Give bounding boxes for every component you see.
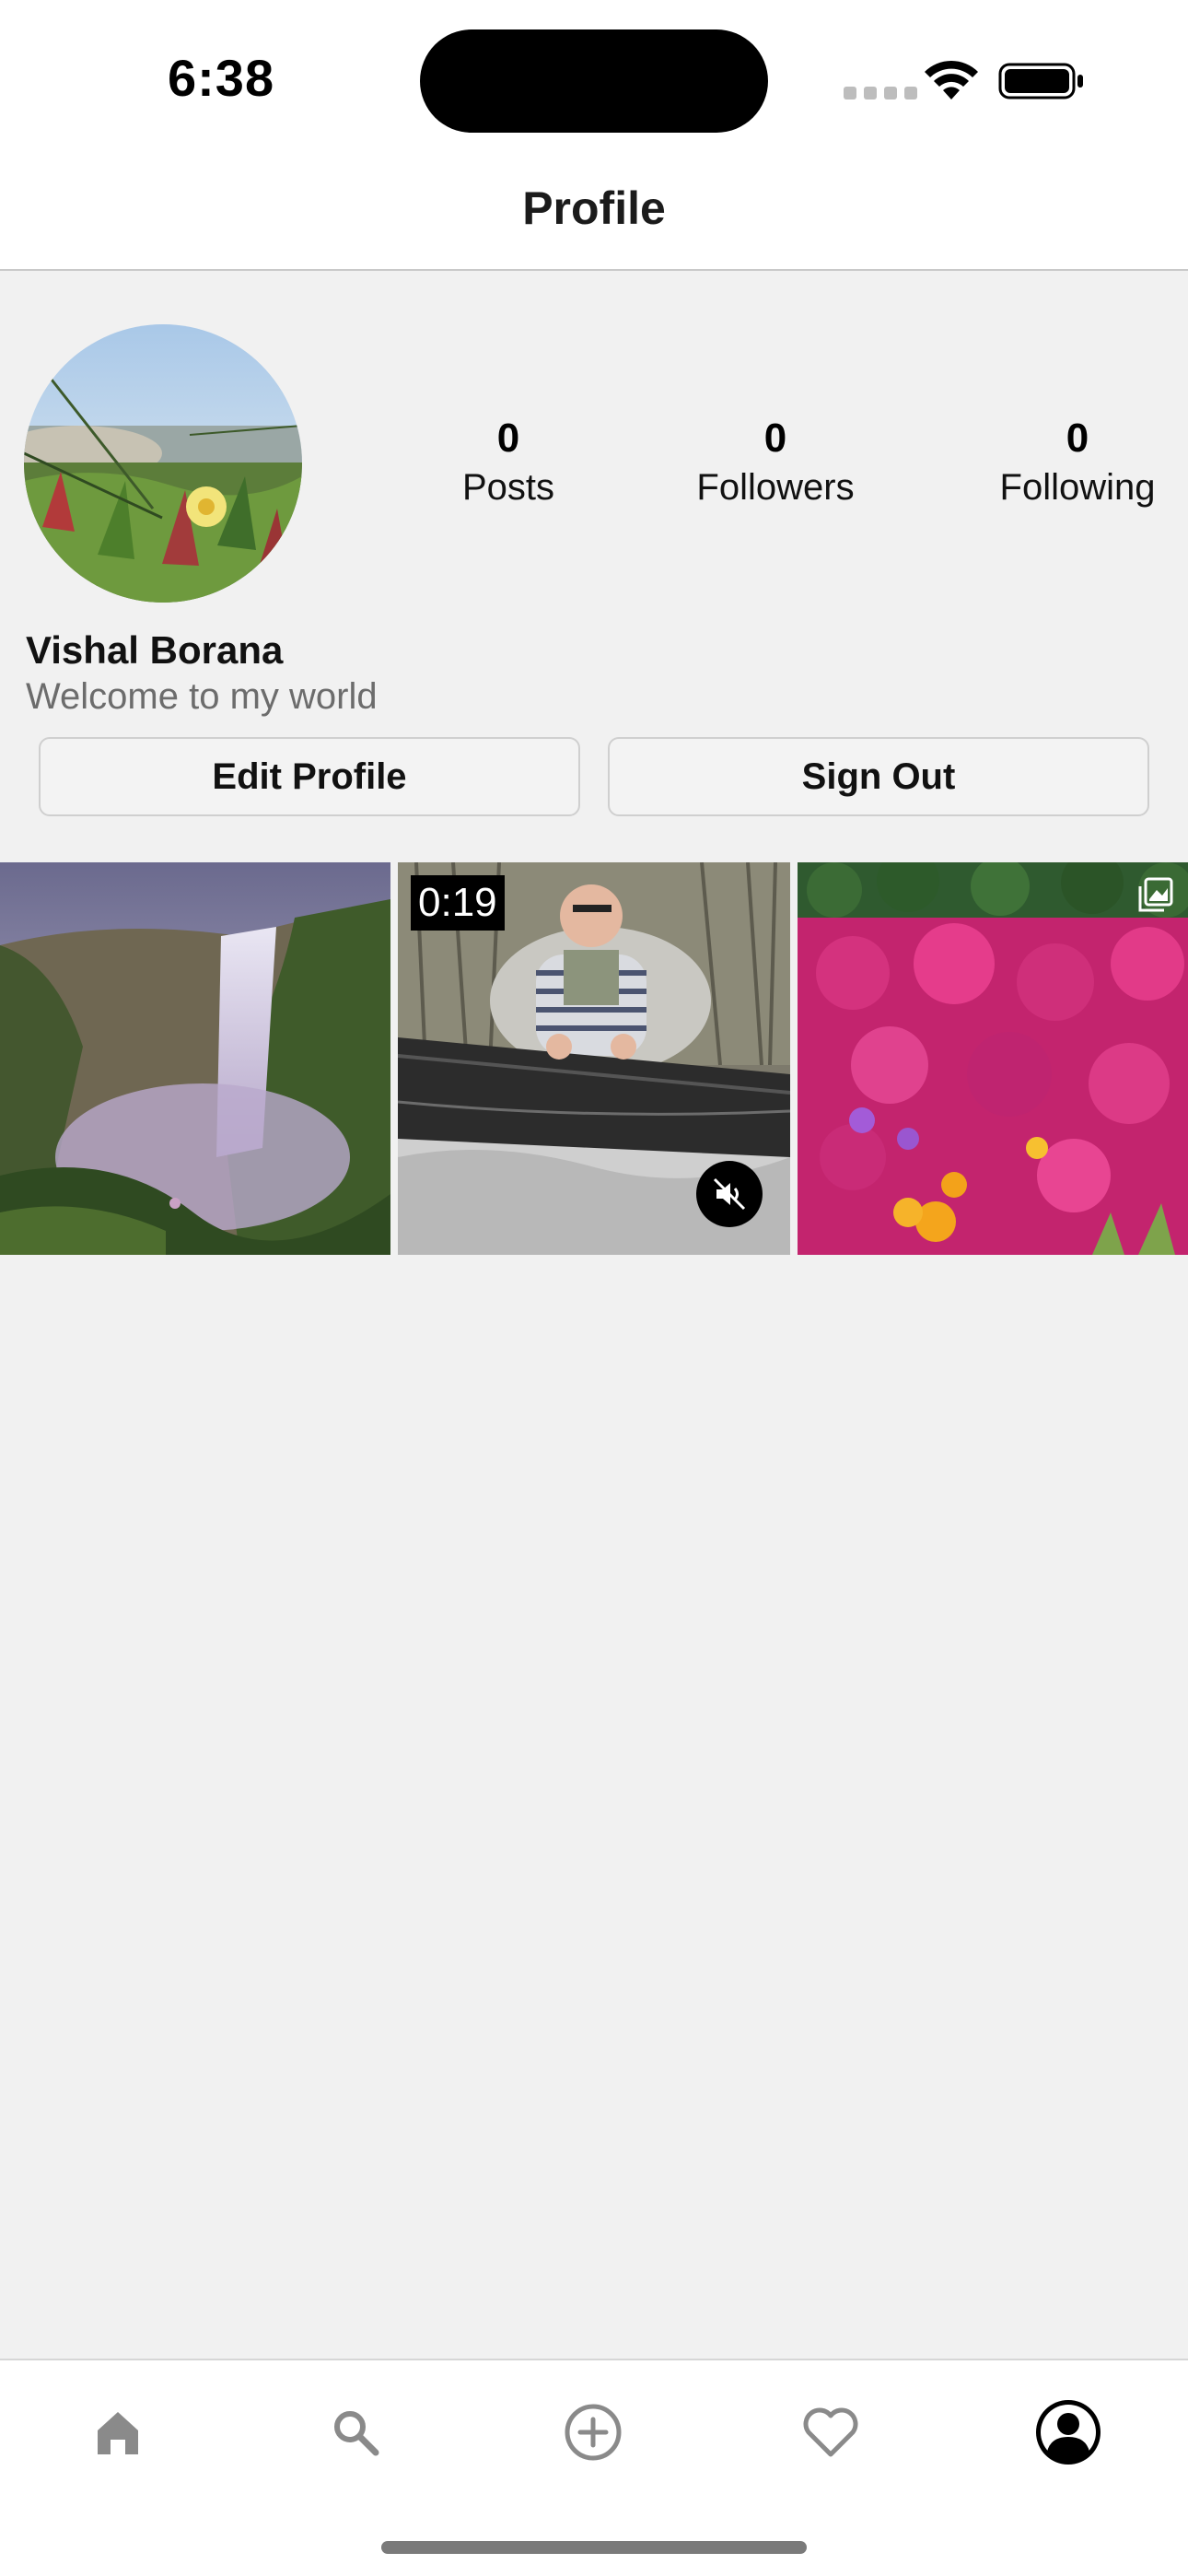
user-bio: Welcome to my world [26, 676, 378, 717]
profile-stats: 0 Posts 0 Followers 0 Following [0, 413, 1188, 523]
home-indicator [381, 2541, 807, 2554]
followers-stat[interactable]: 0 Followers [665, 413, 886, 510]
user-name: Vishal Borana [26, 628, 284, 672]
dynamic-island [420, 29, 768, 133]
nav-header: Profile [0, 147, 1188, 271]
signal-icon [844, 87, 917, 100]
posts-stat[interactable]: 0 Posts [416, 413, 600, 510]
page-title: Profile [522, 182, 666, 234]
speaker-muted-icon [713, 1177, 746, 1211]
tab-search[interactable] [317, 2394, 394, 2471]
tab-create[interactable] [554, 2394, 632, 2471]
status-time: 6:38 [168, 49, 275, 107]
tab-activity[interactable] [792, 2394, 869, 2471]
following-count: 0 [1066, 416, 1089, 461]
edit-profile-button[interactable]: Edit Profile [39, 737, 580, 816]
followers-count: 0 [763, 416, 787, 461]
following-stat[interactable]: 0 Following [976, 413, 1179, 510]
tab-profile[interactable] [1030, 2394, 1107, 2471]
tab-home[interactable] [79, 2394, 157, 2471]
carousel-icon [1138, 877, 1173, 912]
posts-grid: 0:19 [0, 862, 1188, 1255]
following-label: Following [999, 467, 1156, 508]
battery-icon [998, 63, 1083, 100]
home-icon [98, 2412, 138, 2454]
posts-count: 0 [496, 416, 520, 461]
waterfall-image [0, 862, 390, 1255]
status-bar: 6:38 [0, 0, 1188, 147]
search-icon [334, 2411, 379, 2456]
mute-button[interactable] [696, 1161, 763, 1227]
video-duration-badge: 0:19 [411, 875, 505, 931]
add-post-icon [565, 2404, 622, 2461]
wifi-icon [925, 60, 978, 100]
heart-icon [803, 2407, 858, 2457]
post-tile[interactable] [0, 862, 390, 1255]
profile-icon [1036, 2400, 1101, 2465]
sign-out-button[interactable]: Sign Out [608, 737, 1149, 816]
followers-label: Followers [696, 467, 855, 508]
posts-label: Posts [461, 467, 555, 508]
post-tile-carousel[interactable] [798, 862, 1188, 1255]
flowers-image [798, 862, 1188, 1255]
post-tile-video[interactable]: 0:19 [398, 862, 790, 1255]
